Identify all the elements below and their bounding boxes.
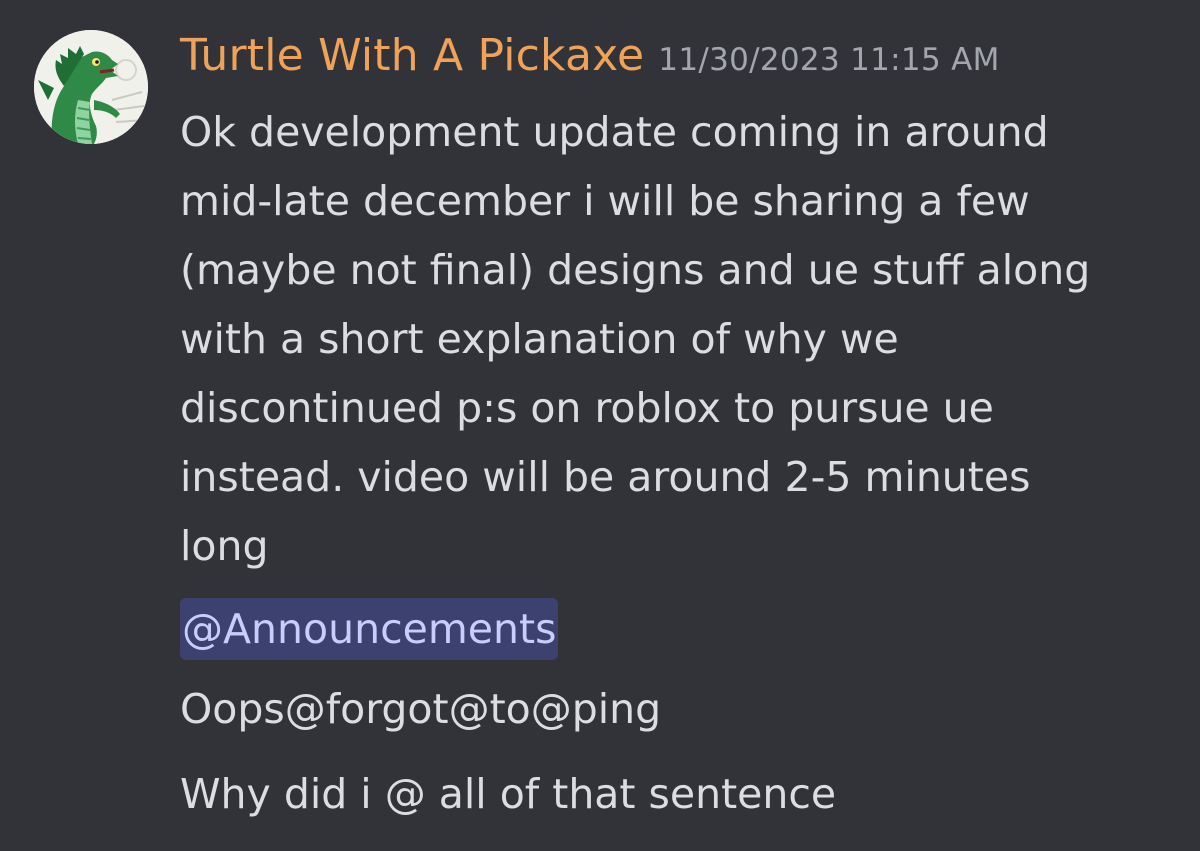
followup-message: Why did i @ all of that sentence (180, 770, 837, 818)
chat-message-view: Turtle With A Pickaxe 11/30/2023 11:15 AM… (0, 0, 1200, 851)
author-name[interactable]: Turtle With A Pickaxe (180, 30, 644, 81)
message-content: Ok development update coming in around m… (180, 98, 1180, 829)
message-line: with a short explanation of why we (180, 315, 899, 363)
user-avatar[interactable] (34, 30, 148, 144)
dragon-avatar-icon (34, 30, 148, 144)
message-line: mid-late december i will be sharing a fe… (180, 177, 1030, 225)
message-line: (maybe not final) designs and ue stuff a… (180, 246, 1091, 294)
message-line: discontinued p:s on roblox to pursue ue (180, 384, 994, 432)
message-header: Turtle With A Pickaxe 11/30/2023 11:15 AM (180, 30, 1000, 81)
followup-message: Oops@forgot@to@ping (180, 685, 662, 733)
message-line: Ok development update coming in around (180, 108, 1049, 156)
message-line: instead. video will be around 2-5 minute… (180, 453, 1031, 501)
role-mention-announcements[interactable]: @Announcements (180, 598, 559, 660)
message-timestamp: 11/30/2023 11:15 AM (658, 42, 1000, 78)
mention-message: @Announcements (180, 595, 1180, 661)
message-line: long (180, 522, 269, 570)
